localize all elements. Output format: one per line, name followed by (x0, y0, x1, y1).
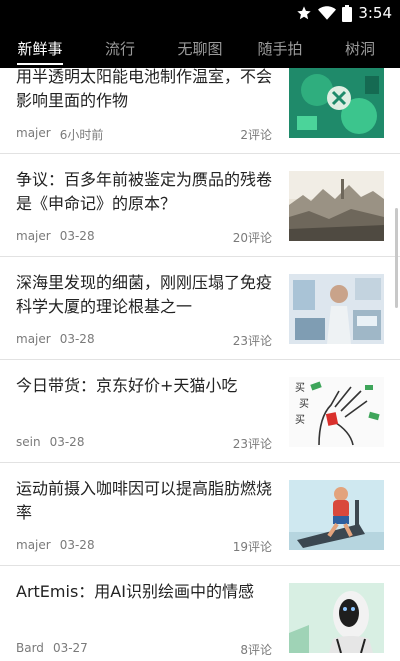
article-title[interactable]: 用半透明太阳能电池制作温室，不会影响里面的作物 (16, 68, 278, 113)
article-comments[interactable]: 19评论 (233, 538, 272, 555)
article-thumbnail[interactable] (289, 171, 384, 241)
article-comments[interactable]: 20评论 (233, 229, 272, 246)
article-comments[interactable]: 23评论 (233, 332, 272, 349)
tab-suishoupai[interactable]: 随手拍 (240, 28, 320, 68)
article-item[interactable]: 争议：百多年前被鉴定为赝品的残卷是《申命记》的原本？ majer 03-28 2… (0, 154, 400, 257)
article-time: 03-28 (49, 435, 85, 449)
tab-liuxing[interactable]: 流行 (80, 28, 160, 68)
article-meta: majer 03-28 20评论 (16, 229, 272, 246)
tab-wuliaotu[interactable]: 无聊图 (160, 28, 240, 68)
article-meta: majer 03-28 19评论 (16, 538, 272, 555)
article-title[interactable]: ArtEmis：用AI识别绘画中的情感 (16, 580, 278, 604)
article-author: majer (16, 126, 51, 140)
svg-text:买: 买 (299, 398, 309, 410)
star-icon (297, 6, 311, 20)
status-time: 3:54 (358, 4, 392, 22)
wifi-icon (318, 6, 337, 20)
article-meta: majer 6小时前 2评论 (16, 126, 272, 143)
article-time: 03-28 (59, 229, 95, 243)
svg-text:买: 买 (295, 382, 305, 394)
article-item[interactable]: ArtEmis：用AI识别绘画中的情感 Bard 03-27 8评论 (0, 566, 400, 661)
article-time: 03-28 (59, 332, 95, 346)
article-title[interactable]: 今日带货：京东好价+天猫小吃 (16, 374, 278, 398)
article-meta: majer 03-28 23评论 (16, 332, 272, 349)
tab-xinxianshi[interactable]: 新鲜事 (0, 28, 80, 68)
battery-icon (342, 4, 353, 22)
article-thumbnail[interactable] (289, 480, 384, 550)
svg-text:买: 买 (295, 414, 305, 426)
article-title[interactable]: 运动前摄入咖啡因可以提高脂肪燃烧率 (16, 477, 278, 525)
article-comments[interactable]: 23评论 (233, 435, 272, 452)
top-bar: 3:54 新鲜事 流行 无聊图 随手拍 树洞 (0, 0, 400, 68)
article-comments[interactable]: 2评论 (240, 126, 272, 143)
article-thumbnail[interactable] (289, 68, 384, 138)
article-time: 03-28 (59, 538, 95, 552)
article-author: Bard (16, 641, 44, 655)
article-meta: sein 03-28 23评论 (16, 435, 272, 452)
article-thumbnail[interactable] (289, 583, 384, 653)
status-bar: 3:54 (296, 3, 392, 23)
article-thumbnail[interactable]: 买 买 买 (289, 377, 384, 447)
article-item[interactable]: 运动前摄入咖啡因可以提高脂肪燃烧率 majer 03-28 19评论 (0, 463, 400, 566)
scrollbar[interactable] (395, 208, 398, 308)
article-author: sein (16, 435, 41, 449)
tab-shudong[interactable]: 树洞 (320, 28, 400, 68)
article-item[interactable]: 深海里发现的细菌，刚刚压塌了免疫科学大厦的理论根基之一 majer 03-28 … (0, 257, 400, 360)
category-tabs: 新鲜事 流行 无聊图 随手拍 树洞 (0, 28, 400, 68)
article-author: majer (16, 332, 51, 346)
article-author: majer (16, 229, 51, 243)
article-meta: Bard 03-27 8评论 (16, 641, 272, 658)
article-item[interactable]: 今日带货：京东好价+天猫小吃 sein 03-28 23评论 买 买 买 (0, 360, 400, 463)
article-author: majer (16, 538, 51, 552)
article-time: 03-27 (52, 641, 88, 655)
article-title[interactable]: 深海里发现的细菌，刚刚压塌了免疫科学大厦的理论根基之一 (16, 271, 278, 319)
article-title[interactable]: 争议：百多年前被鉴定为赝品的残卷是《申命记》的原本？ (16, 168, 278, 216)
article-feed[interactable]: 用半透明太阳能电池制作温室，不会影响里面的作物 majer 6小时前 2评论 争… (0, 68, 400, 661)
article-item[interactable]: 用半透明太阳能电池制作温室，不会影响里面的作物 majer 6小时前 2评论 (0, 68, 400, 154)
article-thumbnail[interactable] (289, 274, 384, 344)
article-comments[interactable]: 8评论 (240, 641, 272, 658)
article-time: 6小时前 (59, 128, 104, 142)
